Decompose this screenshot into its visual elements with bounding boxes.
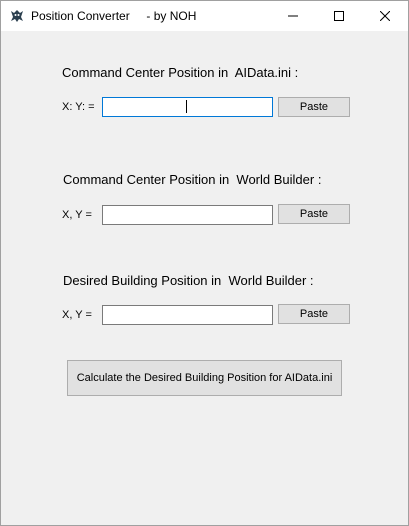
aidata-position-input[interactable] <box>102 97 273 117</box>
cc-world-builder-position-input[interactable] <box>102 205 273 225</box>
minimize-icon <box>288 15 298 17</box>
form-body: Command Center Position in AIData.ini : … <box>1 31 408 525</box>
close-icon <box>380 11 390 21</box>
robot-icon <box>9 8 25 24</box>
text-caret <box>186 100 187 113</box>
desired-world-builder-coord-label: X, Y = <box>62 309 92 321</box>
calculate-button[interactable]: Calculate the Desired Building Position … <box>67 360 342 396</box>
maximize-icon <box>334 11 344 21</box>
cc-world-builder-heading: Command Center Position in World Builder… <box>63 172 322 187</box>
desired-world-builder-position-input[interactable] <box>102 305 273 325</box>
desired-world-builder-paste-button[interactable]: Paste <box>278 304 350 324</box>
app-window: Position Converter - by NOH Command Cent… <box>0 0 409 526</box>
aidata-paste-button[interactable]: Paste <box>278 97 350 117</box>
title-bar[interactable]: Position Converter - by NOH <box>1 1 408 31</box>
desired-world-builder-heading: Desired Building Position in World Build… <box>63 273 314 288</box>
minimize-button[interactable] <box>270 1 316 31</box>
cc-world-builder-coord-label: X, Y = <box>62 209 92 221</box>
maximize-button[interactable] <box>316 1 362 31</box>
window-title: Position Converter - by NOH <box>31 9 197 23</box>
cc-world-builder-paste-button[interactable]: Paste <box>278 204 350 224</box>
aidata-heading: Command Center Position in AIData.ini : <box>62 65 299 80</box>
close-button[interactable] <box>362 1 408 31</box>
aidata-coord-label: X: Y: = <box>62 101 95 113</box>
